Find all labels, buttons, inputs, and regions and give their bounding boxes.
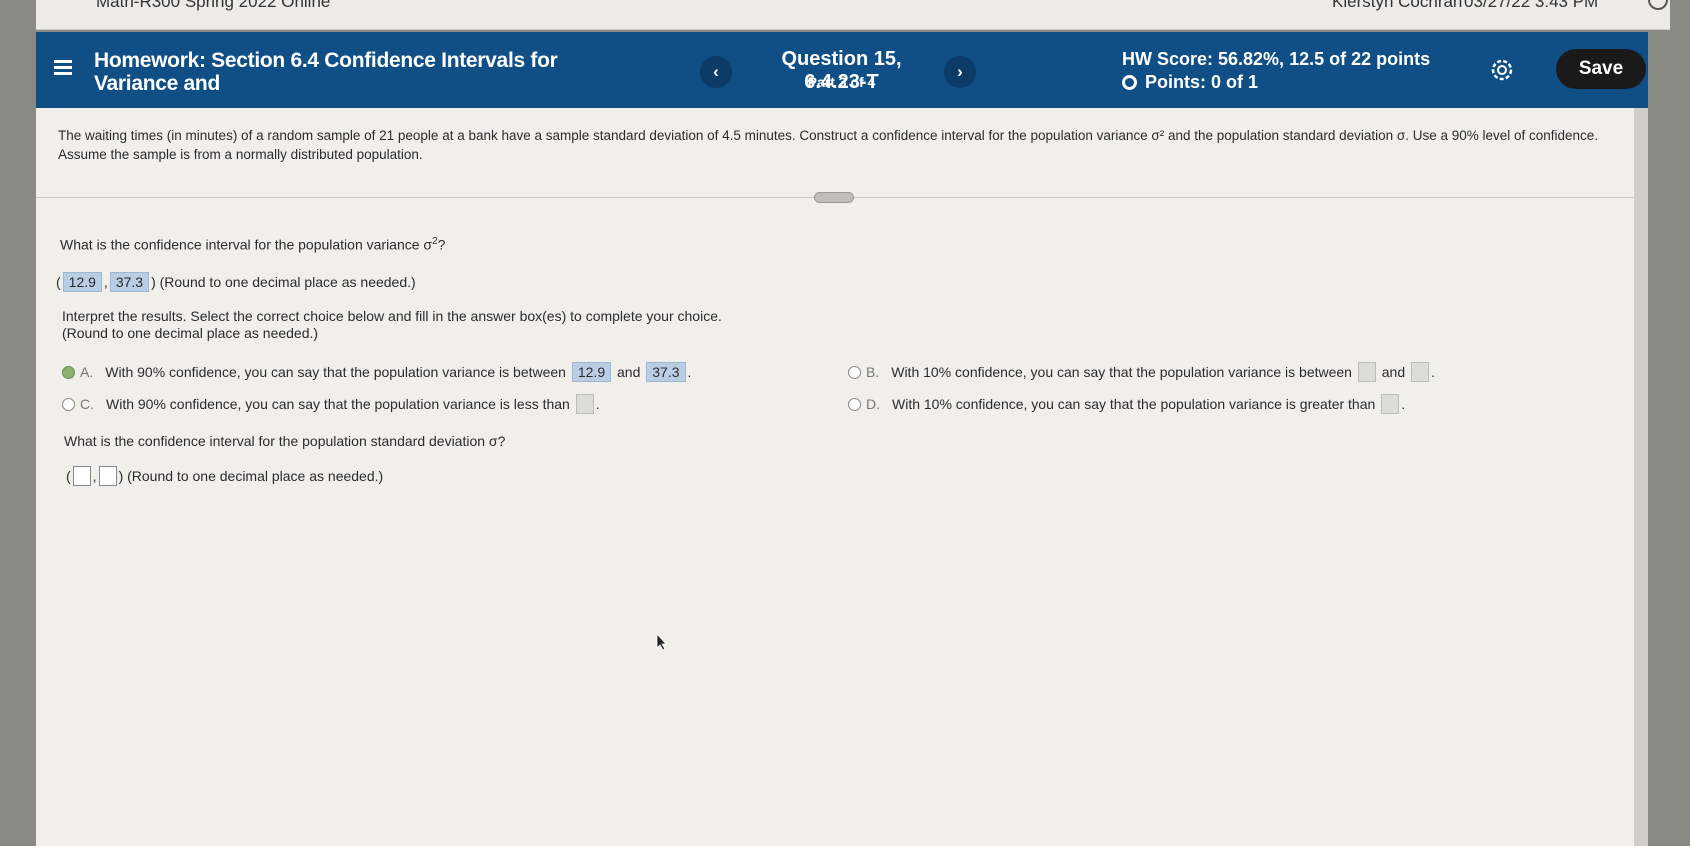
- browser-strip: Math-R300 Spring 2022 Online Kierstyn Co…: [36, 0, 1670, 30]
- previous-question-button[interactable]: ‹: [700, 56, 732, 88]
- std-dev-round-note: (Round to one decimal place as needed.): [127, 468, 384, 484]
- choice-c-radio-icon[interactable]: [62, 397, 75, 411]
- choice-a[interactable]: A. With 90% confidence, you can say that…: [62, 362, 691, 382]
- choice-b[interactable]: B. With 10% confidence, you can say that…: [848, 362, 1435, 382]
- choice-b-input-2[interactable]: [1411, 362, 1429, 382]
- course-name[interactable]: Math-R300 Spring 2022 Online: [96, 0, 330, 12]
- std-dev-lower-input[interactable]: [72, 466, 91, 486]
- hw-score: HW Score: 56.82%, 12.5 of 22 points: [1122, 49, 1431, 69]
- menu-icon[interactable]: [54, 60, 72, 76]
- gear-icon[interactable]: [1489, 57, 1515, 83]
- variance-question: What is the confidence interval for the …: [60, 236, 446, 253]
- datetime: 03/27/22 3:43 PM: [1464, 0, 1599, 11]
- choice-d-text: With 10% confidence, you can say that th…: [892, 396, 1376, 412]
- points-circle-icon: [1122, 75, 1137, 90]
- choice-d-radio-icon[interactable]: [848, 397, 861, 411]
- question-part: Part 3 of 4: [807, 74, 876, 90]
- choice-d[interactable]: D. With 10% confidence, you can say that…: [848, 394, 1405, 414]
- choice-a-text: With 90% confidence, you can say that th…: [105, 364, 566, 380]
- help-icon[interactable]: [1648, 0, 1668, 10]
- variance-question-end: ?: [437, 236, 446, 253]
- std-dev-answer-row: ( , ) (Round to one decimal place as nee…: [66, 466, 384, 486]
- homework-title: Homework: Section 6.4 Confidence Interva…: [94, 49, 558, 95]
- interpret-instructions: Interpret the results. Select the correc…: [62, 308, 722, 342]
- variance-lower-input[interactable]: 12.9: [62, 272, 102, 292]
- scrollbar[interactable]: [1634, 108, 1648, 846]
- next-question-button[interactable]: ›: [944, 56, 976, 88]
- user-name: Kierstyn Cochran: [1332, 0, 1463, 11]
- interpret-line1: Interpret the results. Select the correc…: [62, 308, 722, 324]
- variance-upper-input[interactable]: 37.3: [109, 272, 150, 292]
- choice-c-letter: C.: [80, 396, 94, 412]
- choice-a-radio-checked-icon[interactable]: [62, 365, 75, 379]
- choice-a-letter: A.: [80, 364, 94, 380]
- std-dev-question: What is the confidence interval for the …: [64, 433, 506, 449]
- variance-question-text: What is the confidence interval for the …: [60, 236, 433, 253]
- mouse-cursor-icon: [656, 633, 667, 651]
- problem-statement: The waiting times (in minutes) of a rand…: [58, 128, 1599, 162]
- points-status: Points: 0 of 1: [1122, 72, 1258, 93]
- question-panel: The waiting times (in minutes) of a rand…: [36, 108, 1648, 846]
- save-button[interactable]: Save: [1556, 49, 1646, 89]
- choice-b-letter: B.: [866, 364, 880, 380]
- variance-round-note: (Round to one decimal place as needed.): [159, 274, 416, 290]
- choice-c-text: With 90% confidence, you can say that th…: [106, 396, 570, 412]
- choice-d-letter: D.: [866, 396, 880, 412]
- choice-c-input[interactable]: [575, 394, 594, 414]
- choice-b-input-1[interactable]: [1357, 362, 1376, 382]
- choice-b-text: With 10% confidence, you can say that th…: [891, 364, 1352, 380]
- choice-a-input-1[interactable]: 12.9: [571, 362, 612, 382]
- choice-a-and: and: [617, 364, 641, 380]
- variance-answer-row: ( 12.9 , 37.3 ) (Round to one decimal pl…: [56, 272, 416, 292]
- choice-a-input-2[interactable]: 37.3: [646, 362, 686, 382]
- std-dev-upper-input[interactable]: [98, 466, 117, 486]
- expand-handle[interactable]: [814, 192, 854, 203]
- choice-d-input[interactable]: [1381, 394, 1400, 414]
- choice-b-and: and: [1381, 364, 1406, 380]
- interpret-line2: (Round to one decimal place as needed.): [62, 325, 319, 341]
- homework-header: Homework: Section 6.4 Confidence Interva…: [36, 32, 1648, 108]
- choice-b-radio-icon[interactable]: [848, 365, 861, 379]
- choice-c[interactable]: C. With 90% confidence, you can say that…: [62, 394, 600, 414]
- points-text: Points: 0 of 1: [1145, 72, 1259, 92]
